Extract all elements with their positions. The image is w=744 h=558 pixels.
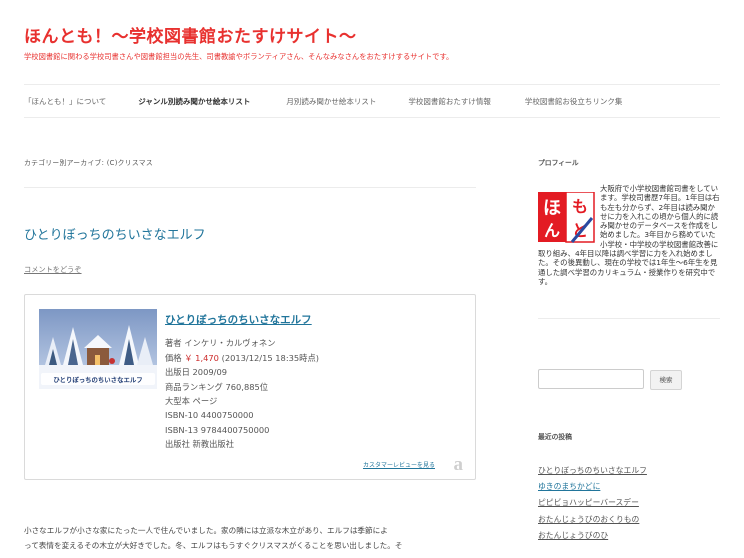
search-input[interactable] (538, 369, 644, 389)
amazon-logo-icon[interactable]: a (454, 454, 464, 476)
book-info-box: ひとりぼっちのちいさなエルフ ひとりぼっちのちいさなエルフ 著者 インケリ・カル… (24, 294, 476, 480)
site-title[interactable]: ほんとも！～学校図書館おたすけサイト～ (24, 22, 357, 47)
main-navigation: 「ほんとも！」について ジャンル別読み聞かせ絵本リスト 月別読み聞かせ絵本リスト… (24, 96, 622, 107)
post-title-link[interactable]: ひとりぼっちのちいさなエルフ (24, 224, 206, 243)
customer-review-link[interactable]: カスタマーレビューを見る (363, 460, 435, 469)
book-author: 著者 インケリ・カルヴォネン (165, 338, 276, 349)
nav-item-monthly-list[interactable]: 月別読み聞かせ絵本リスト (286, 96, 376, 107)
book-format: 大型本 ページ (165, 396, 218, 407)
post-body: 小さなエルフが小さな家にたった一人で住んでいました。家の隣には立派な木立があり、… (24, 524, 494, 553)
book-isbn10: ISBN-10 4400750000 (165, 410, 254, 421)
book-price-label: 価格 (165, 352, 182, 363)
site-description: 学校図書館に関わる学校司書さんや図書館担当の先生、司書教諭やボランティアさん、そ… (24, 52, 454, 61)
profile-divider (538, 318, 720, 319)
nav-item-library-info[interactable]: 学校図書館おたすけ情報 (408, 96, 491, 107)
book-price-value: ￥ 1,470 (184, 352, 219, 363)
book-isbn13: ISBN-13 9784400750000 (165, 424, 270, 435)
post-body-line: って表情を変えるその木立が大好きでした。冬、エルフはもうすぐクリスマスがくること… (24, 540, 403, 550)
nav-item-about[interactable]: 「ほんとも！」について (24, 96, 106, 107)
profile-heading: プロフィール (538, 159, 579, 167)
nav-bottom-border (24, 117, 720, 118)
recent-post-link[interactable]: おたんじょうびのひ (538, 530, 647, 546)
book-ranking: 商品ランキング 760,885位 (165, 381, 269, 392)
recent-post-link[interactable]: おたんじょうびのおくりもの (538, 514, 647, 530)
search-button[interactable]: 検索 (650, 370, 682, 390)
profile-text: 大阪府で小学校図書館司書をしています。学校司書歴7年目。1年目は右も左も分からず… (538, 184, 720, 286)
archive-title: カテゴリー別アーカイブ: (C)クリスマス (24, 159, 153, 167)
recent-post-link[interactable]: ゆきのまちかどに (538, 481, 647, 497)
nav-item-link-collection[interactable]: 学校図書館お役立ちリンク集 (525, 96, 623, 107)
recent-post-link[interactable]: ピピビョハッピーバースデー (538, 497, 647, 513)
nav-top-border (24, 84, 720, 85)
book-details: ひとりぼっちのちいさなエルフ 著者 インケリ・カルヴォネン 価格 ￥ 1,470… (165, 313, 319, 452)
book-title-link[interactable]: ひとりぼっちのちいさなエルフ (165, 313, 319, 327)
book-cover-image[interactable]: ひとりぼっちのちいさなエルフ (39, 309, 157, 389)
nav-item-genre-list[interactable]: ジャンル別読み聞かせ絵本リスト (138, 96, 250, 107)
recent-posts-heading: 最近の投稿 (538, 433, 572, 441)
comment-link[interactable]: コメントをどうぞ (24, 265, 82, 275)
book-price-row: 価格 ￥ 1,470 (2013/12/15 18:35時点) (165, 351, 319, 365)
recent-posts-list: ひとりぼっちのちいさなエルフ ゆきのまちかどに ピピビョハッピーバースデー おた… (538, 465, 647, 546)
recent-post-link[interactable]: ひとりぼっちのちいさなエルフ (538, 465, 647, 481)
book-release-date: 出版日 2009/09 (165, 367, 227, 378)
archive-divider (24, 187, 476, 188)
book-price-date: (2013/12/15 18:35時点) (221, 352, 320, 363)
book-cover-caption: ひとりぼっちのちいさなエルフ (53, 375, 142, 384)
post-body-line: 小さなエルフが小さな家にたった一人で住んでいました。家の隣には立派な木立があり、… (24, 526, 388, 535)
book-publisher: 出版社 新教出版社 (165, 439, 235, 450)
